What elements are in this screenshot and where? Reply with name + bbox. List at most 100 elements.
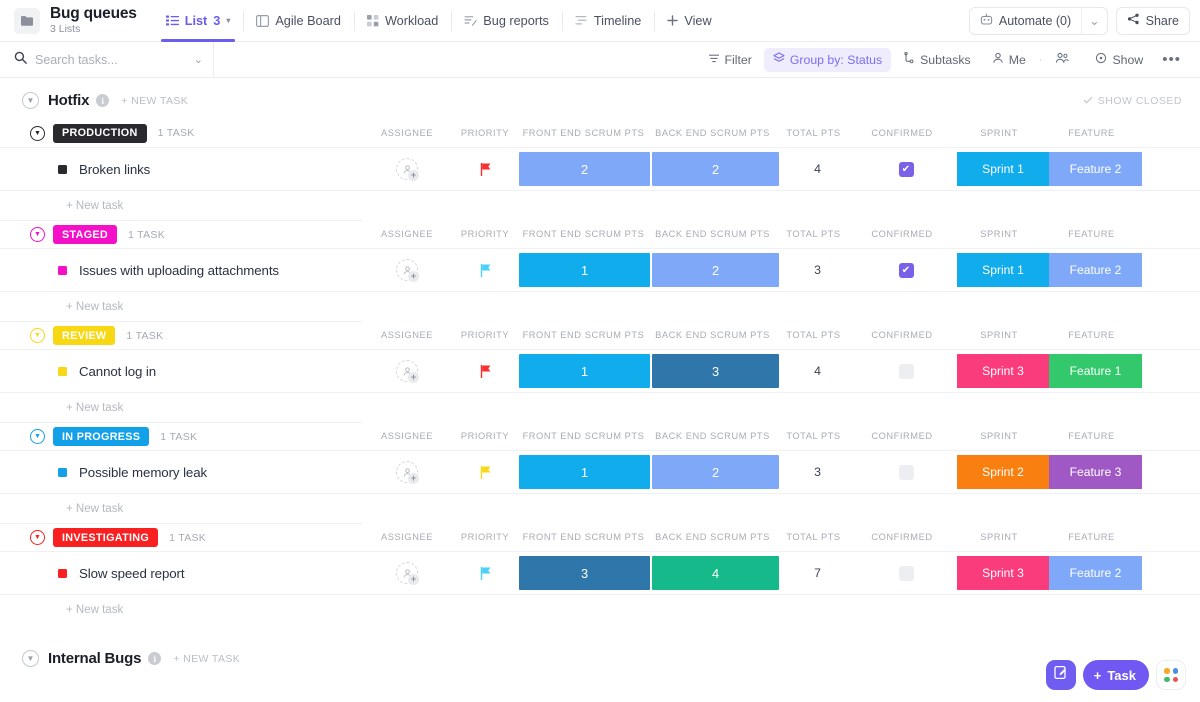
sprint-cell[interactable]: Sprint 1 [957,253,1049,287]
checkbox-checked-icon[interactable]: ✔ [898,262,914,278]
column-header-confirmed[interactable]: CONFIRMED [851,321,953,349]
column-header-total-pts[interactable]: TOTAL PTS [776,321,851,349]
checkbox-unchecked-icon[interactable] [898,464,914,480]
column-header-assignee[interactable]: ASSIGNEE [362,119,452,147]
info-icon[interactable]: i [148,652,162,665]
confirmed-cell[interactable] [855,552,957,594]
tab-agile-board[interactable]: Agile Board [243,0,354,42]
column-header-assignee[interactable]: ASSIGNEE [362,321,452,349]
status-badge[interactable]: STAGED [53,225,117,244]
column-header-total-pts[interactable]: TOTAL PTS [776,119,851,147]
sprint-cell[interactable]: Sprint 3 [957,556,1049,590]
confirmed-cell[interactable] [855,350,957,392]
collapse-group-icon[interactable]: ▼ [22,650,39,667]
group-by-button[interactable]: Group by: Status [763,47,892,72]
column-header-priority[interactable]: PRIORITY [452,321,518,349]
column-header-feature[interactable]: FEATURE [1045,220,1138,248]
sprint-cell[interactable]: Sprint 3 [957,354,1049,388]
add-assignee-icon[interactable]: + [396,360,419,383]
show-button[interactable]: Show [1086,48,1152,72]
checkbox-unchecked-icon[interactable] [898,565,914,581]
task-name-cell[interactable]: Broken links [0,148,362,190]
column-header-feature[interactable]: FEATURE [1045,119,1138,147]
new-task-row[interactable]: + New task [0,393,1200,422]
column-header-assignee[interactable]: ASSIGNEE [362,523,452,551]
table-row[interactable]: Cannot log in + 1 3 4 Sprint 3 Feature 1 [0,349,1200,393]
back-end-pts-cell[interactable]: 3 [652,354,779,388]
column-header-sprint[interactable]: SPRINT [953,523,1045,551]
column-header-confirmed[interactable]: CONFIRMED [851,119,953,147]
collapse-status-icon[interactable]: ▼ [30,328,45,343]
front-end-pts-cell[interactable]: 1 [519,455,650,489]
search-box[interactable]: ⌄ [14,41,214,78]
column-header-priority[interactable]: PRIORITY [452,119,518,147]
feature-cell[interactable]: Feature 3 [1049,455,1142,489]
feature-cell[interactable]: Feature 2 [1049,152,1142,186]
column-header-priority[interactable]: PRIORITY [452,422,518,450]
column-header-front-end-scrum-pts[interactable]: FRONT END SCRUM PTS [518,321,649,349]
folder-icon[interactable] [14,7,40,34]
column-header-front-end-scrum-pts[interactable]: FRONT END SCRUM PTS [518,220,649,248]
status-badge[interactable]: IN PROGRESS [53,427,150,446]
share-button[interactable]: Share [1115,6,1190,35]
notepad-button[interactable] [1045,660,1076,690]
feature-cell[interactable]: Feature 2 [1049,556,1142,590]
table-row[interactable]: Possible memory leak + 1 2 3 Sprint 2 Fe… [0,450,1200,494]
checkbox-checked-icon[interactable]: ✔ [898,161,914,177]
tab-timeline[interactable]: Timeline [561,0,654,42]
column-header-confirmed[interactable]: CONFIRMED [851,220,953,248]
column-header-total-pts[interactable]: TOTAL PTS [776,523,851,551]
new-task-row[interactable]: + New task [0,292,1200,321]
column-header-sprint[interactable]: SPRINT [953,119,1045,147]
front-end-pts-cell[interactable]: 1 [519,253,650,287]
group-new-task-button[interactable]: + NEW TASK [173,653,240,665]
back-end-pts-cell[interactable]: 2 [652,253,779,287]
search-caret-icon[interactable]: ⌄ [194,53,203,66]
column-header-priority[interactable]: PRIORITY [452,523,518,551]
sprint-cell[interactable]: Sprint 2 [957,455,1049,489]
back-end-pts-cell[interactable]: 2 [652,455,779,489]
table-row[interactable]: Issues with uploading attachments + 1 2 … [0,248,1200,292]
column-header-front-end-scrum-pts[interactable]: FRONT END SCRUM PTS [518,422,649,450]
priority-cell[interactable] [452,249,518,291]
assignee-cell[interactable]: + [362,451,452,493]
column-header-sprint[interactable]: SPRINT [953,220,1045,248]
column-header-back-end-scrum-pts[interactable]: BACK END SCRUM PTS [649,523,776,551]
new-task-row[interactable]: + New task [0,494,1200,523]
priority-cell[interactable] [452,148,518,190]
tab-add-view[interactable]: View [654,0,724,42]
sprint-cell[interactable]: Sprint 1 [957,152,1049,186]
info-icon[interactable]: i [96,94,110,107]
assignee-cell[interactable]: + [362,350,452,392]
column-header-total-pts[interactable]: TOTAL PTS [776,220,851,248]
column-header-front-end-scrum-pts[interactable]: FRONT END SCRUM PTS [518,119,649,147]
filter-button[interactable]: Filter [699,48,761,72]
column-header-back-end-scrum-pts[interactable]: BACK END SCRUM PTS [649,119,776,147]
add-assignee-icon[interactable]: + [396,158,419,181]
column-header-back-end-scrum-pts[interactable]: BACK END SCRUM PTS [649,220,776,248]
tab-workload[interactable]: Workload [353,0,451,42]
column-header-back-end-scrum-pts[interactable]: BACK END SCRUM PTS [649,422,776,450]
back-end-pts-cell[interactable]: 4 [652,556,779,590]
column-header-confirmed[interactable]: CONFIRMED [851,523,953,551]
feature-cell[interactable]: Feature 2 [1049,253,1142,287]
column-header-confirmed[interactable]: CONFIRMED [851,422,953,450]
status-badge[interactable]: PRODUCTION [53,123,147,143]
task-name-cell[interactable]: Possible memory leak [0,451,362,493]
confirmed-cell[interactable]: ✔ [855,249,957,291]
assignee-cell[interactable]: + [362,552,452,594]
add-task-button[interactable]: + Task [1082,660,1149,690]
show-closed-button[interactable]: SHOW CLOSED [1083,95,1182,107]
me-filter-button[interactable]: Me [983,48,1035,72]
priority-cell[interactable] [452,552,518,594]
collapse-status-icon[interactable]: ▼ [30,429,45,444]
feature-cell[interactable]: Feature 1 [1049,354,1142,388]
column-header-feature[interactable]: FEATURE [1045,523,1138,551]
column-header-feature[interactable]: FEATURE [1045,422,1138,450]
automate-button[interactable]: Automate (0) ⌄ [968,6,1108,35]
front-end-pts-cell[interactable]: 3 [519,556,650,590]
collapse-status-icon[interactable]: ▼ [30,227,45,242]
chevron-down-icon[interactable]: ▾ [226,16,230,25]
status-badge[interactable]: REVIEW [53,326,116,345]
more-options-button[interactable]: ••• [1155,48,1188,72]
